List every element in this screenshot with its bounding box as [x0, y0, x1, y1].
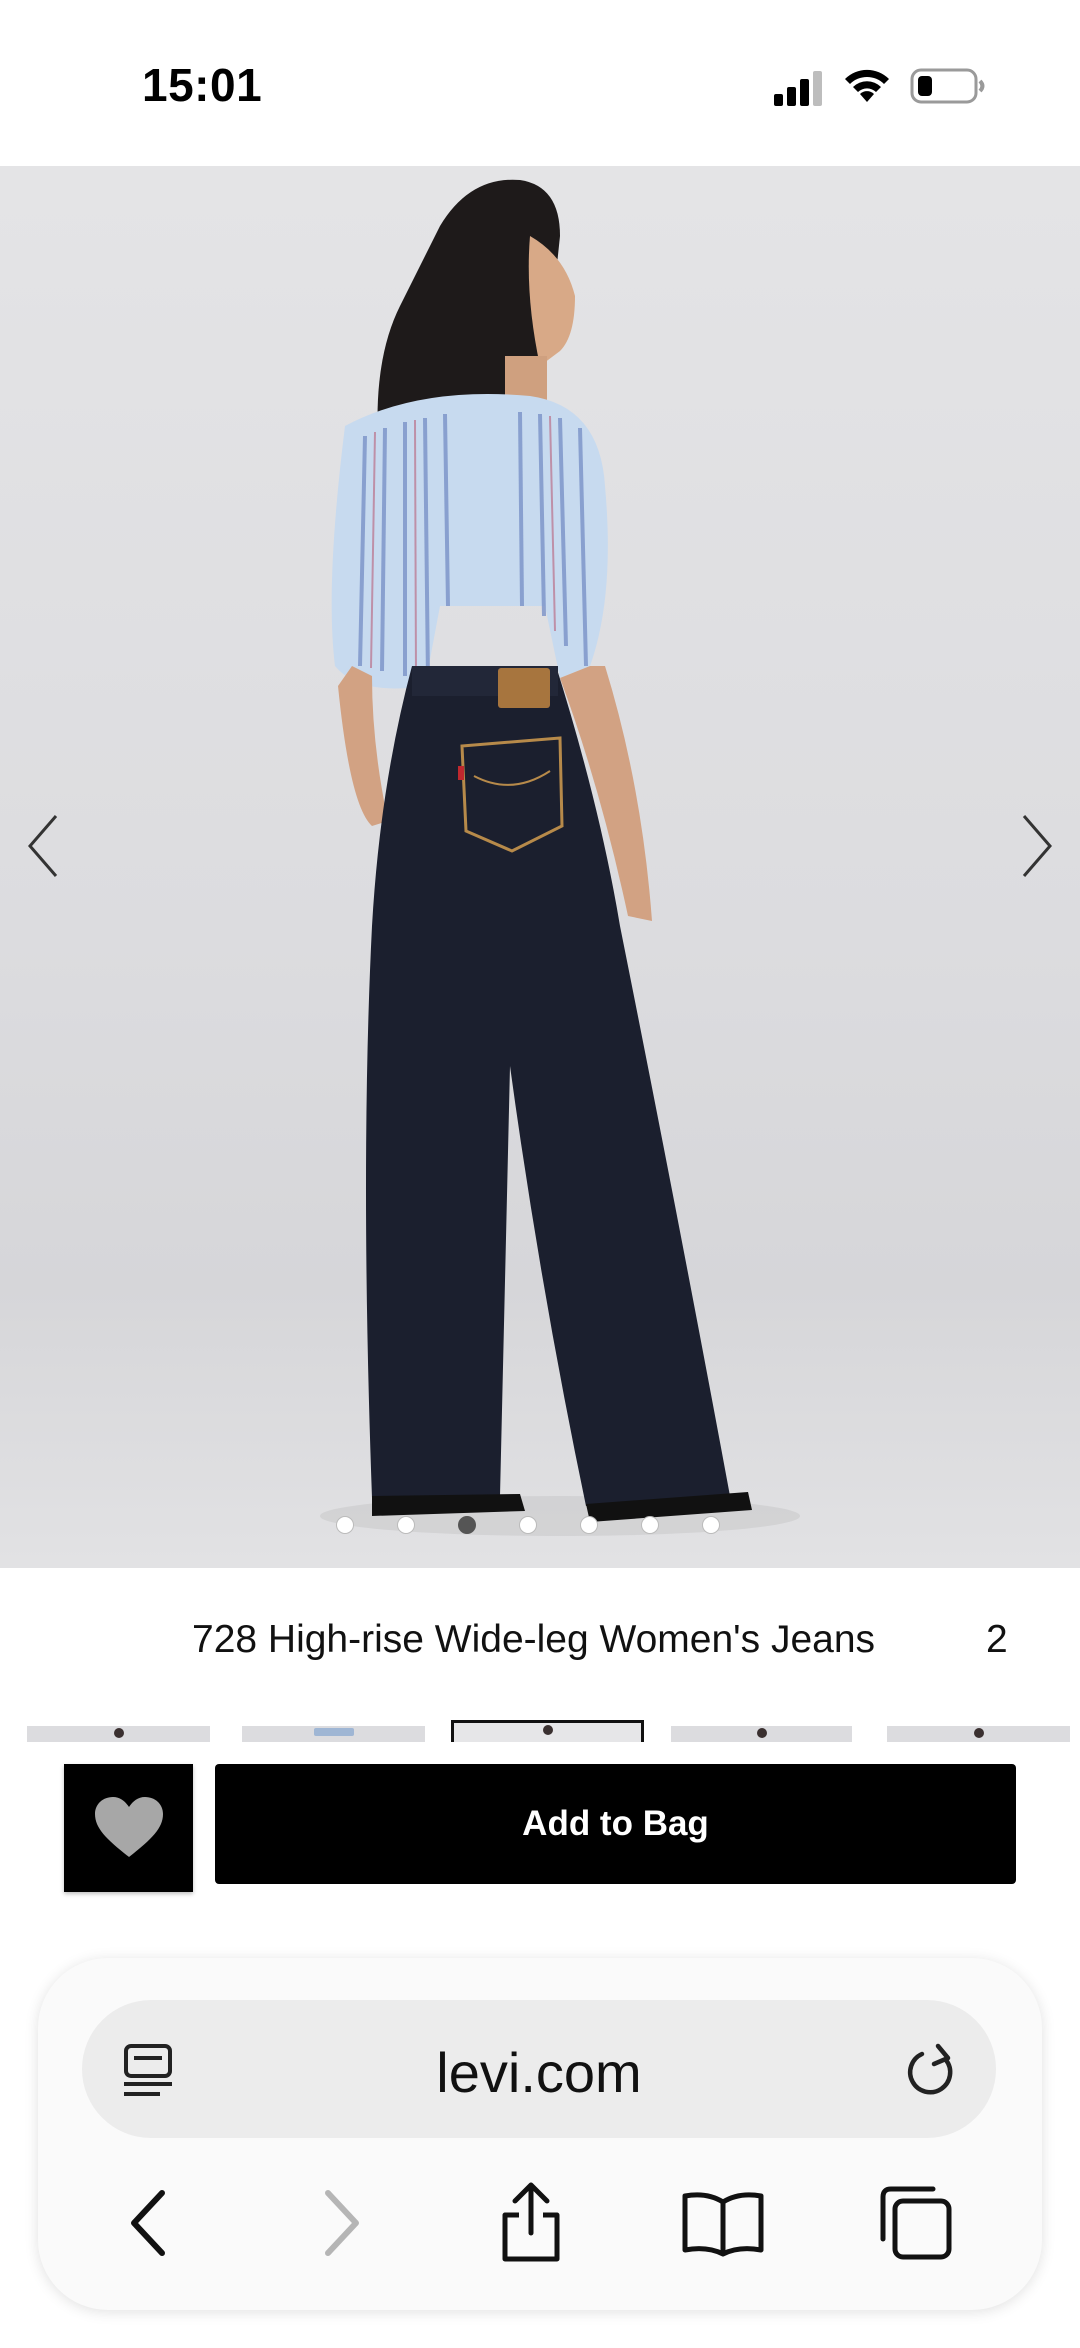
product-title: 728 High-rise Wide-leg Women's Jeans	[192, 1618, 876, 1661]
tabs-button[interactable]	[870, 2178, 960, 2268]
tabs-icon	[880, 2186, 952, 2260]
title-overflow-text: 2	[986, 1618, 1008, 1661]
thumbnail-selected[interactable]	[451, 1720, 644, 1742]
status-time: 15:01	[142, 59, 263, 111]
back-button[interactable]	[104, 2178, 194, 2268]
carousel-dot[interactable]	[580, 1516, 598, 1534]
model-photo	[320, 179, 800, 1536]
address-bar[interactable]: levi.com	[82, 2000, 996, 2138]
carousel-dot[interactable]	[397, 1516, 415, 1534]
forward-button[interactable]	[296, 2178, 386, 2268]
signal-icon	[774, 71, 822, 106]
thumbnail-strip	[0, 1718, 1080, 1742]
thumbnail[interactable]	[671, 1726, 852, 1742]
bookmarks-button[interactable]	[678, 2178, 768, 2268]
carousel-dot-active[interactable]	[458, 1516, 476, 1534]
browser-toolbar: levi.com	[38, 1958, 1042, 2310]
share-icon	[502, 2182, 560, 2262]
status-bar: 15:01	[0, 0, 1080, 166]
carousel-dots	[336, 1516, 720, 1538]
carousel-dot[interactable]	[519, 1516, 537, 1534]
thumbnail[interactable]	[887, 1726, 1070, 1742]
wifi-icon	[845, 69, 889, 102]
next-image-arrow-icon[interactable]	[1006, 806, 1066, 886]
forward-icon	[325, 2190, 359, 2256]
carousel-dot[interactable]	[641, 1516, 659, 1534]
add-to-bag-button[interactable]: Add to Bag	[215, 1764, 1016, 1884]
share-button[interactable]	[486, 2178, 576, 2268]
back-icon	[131, 2190, 165, 2256]
url-text: levi.com	[436, 2041, 642, 2104]
action-bar: Add to Bag	[0, 1742, 1080, 1952]
heart-icon	[94, 1797, 163, 1857]
product-page: 15:01 728 High-rise Wide-leg Women's Jea…	[0, 0, 1080, 2348]
reload-icon[interactable]	[902, 2040, 960, 2100]
bookmarks-icon	[682, 2192, 764, 2257]
carousel-dot[interactable]	[702, 1516, 720, 1534]
previous-image-arrow-icon[interactable]	[14, 806, 74, 886]
carousel-dot[interactable]	[336, 1516, 354, 1534]
battery-icon	[910, 68, 985, 104]
thumbnail[interactable]	[27, 1726, 210, 1742]
thumbnail[interactable]	[242, 1726, 425, 1742]
product-image[interactable]	[0, 166, 1080, 1568]
wishlist-button[interactable]	[64, 1764, 193, 1892]
